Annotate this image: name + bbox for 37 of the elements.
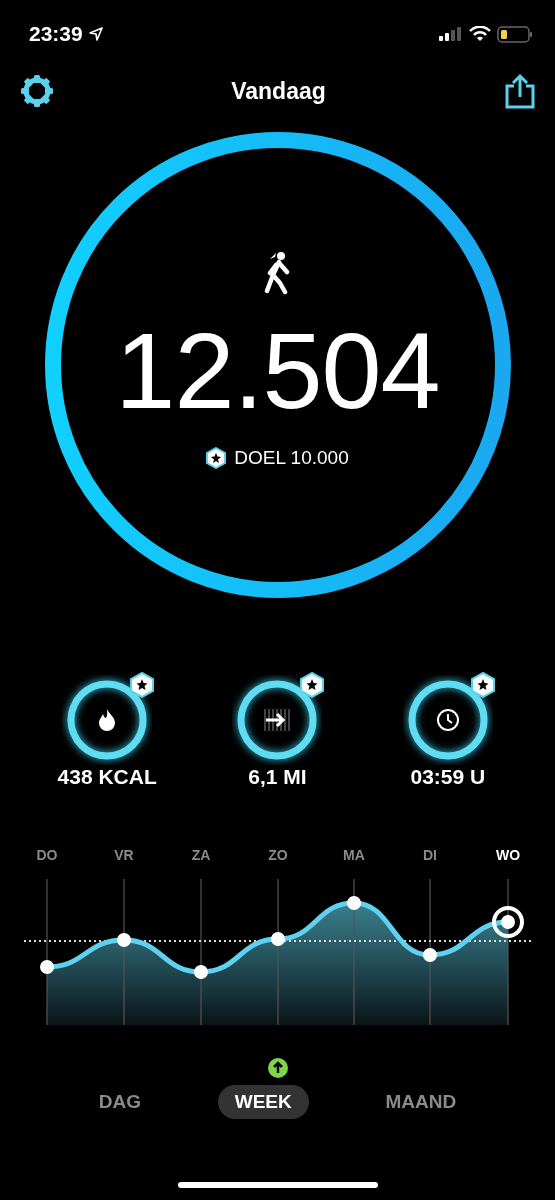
distance-arrow-icon bbox=[263, 709, 292, 731]
star-badge-icon bbox=[300, 672, 325, 698]
chart-point bbox=[347, 896, 361, 910]
stat-value: 6,1 MI bbox=[248, 765, 307, 789]
flame-icon bbox=[98, 708, 117, 732]
battery-icon bbox=[497, 25, 533, 43]
day-label[interactable]: ZO bbox=[268, 847, 288, 863]
chart-point bbox=[423, 948, 437, 962]
chart-point bbox=[40, 960, 54, 974]
wifi-icon bbox=[469, 26, 491, 42]
day-label[interactable]: ZA bbox=[191, 847, 211, 863]
chart-point bbox=[271, 932, 285, 946]
day-label[interactable]: DI bbox=[423, 847, 437, 863]
screen-title: Vandaag bbox=[231, 77, 326, 105]
period-tab[interactable]: DAG bbox=[81, 1085, 159, 1119]
day-label[interactable]: VR bbox=[114, 847, 134, 863]
period-tab[interactable]: MAAND bbox=[368, 1085, 474, 1119]
current-day-point bbox=[492, 906, 524, 938]
day-label[interactable]: DO bbox=[36, 847, 58, 863]
star-badge-icon bbox=[470, 672, 495, 698]
chart-point bbox=[194, 965, 208, 979]
location-arrow-icon bbox=[88, 27, 103, 41]
stat-value: 438 KCAL bbox=[57, 765, 157, 789]
goal-badge-icon bbox=[206, 447, 227, 469]
stat-value: 03:59 U bbox=[410, 765, 486, 789]
settings-icon[interactable] bbox=[20, 74, 54, 108]
day-label[interactable]: MA bbox=[343, 847, 365, 863]
period-tab[interactable]: WEEK bbox=[217, 1085, 309, 1119]
step-goal: DOEL 10.000 bbox=[234, 447, 349, 469]
step-count: 12.504 bbox=[115, 317, 440, 425]
signal-icon bbox=[439, 27, 463, 41]
chart-point bbox=[117, 933, 131, 947]
clock-icon bbox=[435, 708, 460, 732]
day-label[interactable]: WO bbox=[495, 847, 521, 863]
status-time: 23:39 bbox=[29, 22, 83, 46]
star-badge-icon bbox=[130, 672, 155, 698]
share-icon[interactable] bbox=[503, 73, 537, 109]
